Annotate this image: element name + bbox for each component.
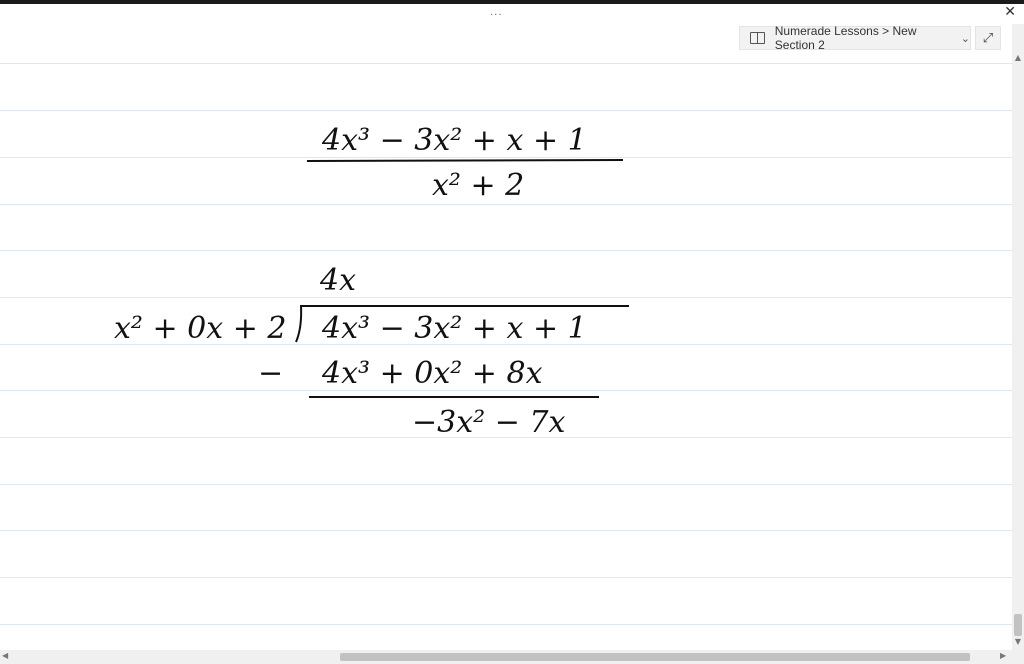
- fraction-denominator: x² + 2: [432, 168, 524, 203]
- chevron-down-icon[interactable]: ⌄: [961, 32, 970, 45]
- notebook-icon: [750, 32, 765, 44]
- horizontal-scrollbar[interactable]: ◀ ▶: [0, 650, 1024, 664]
- horizontal-scroll-thumb[interactable]: [340, 653, 970, 661]
- scroll-up-icon[interactable]: ▲: [1012, 52, 1024, 64]
- fraction-bar: [306, 159, 624, 162]
- division-remainder: −3x² − 7x: [412, 405, 565, 440]
- scroll-right-icon[interactable]: ▶: [1000, 651, 1006, 660]
- section-breadcrumb[interactable]: Numerade Lessons > New Section 2 ⌄: [739, 24, 971, 52]
- expand-icon: ⤢: [982, 30, 994, 46]
- scroll-down-icon[interactable]: ▼: [1012, 636, 1024, 648]
- division-minus-sign: −: [258, 356, 283, 391]
- vertical-scroll-thumb[interactable]: [1014, 614, 1022, 636]
- division-divisor: x² + 0x + 2: [114, 311, 286, 346]
- division-subtracted: 4x³ + 0x² + 8x: [321, 356, 543, 391]
- vertical-scrollbar[interactable]: ▲ ▼: [1012, 24, 1024, 650]
- breadcrumb-label: Numerade Lessons > New Section 2: [774, 24, 917, 52]
- handwriting-layer: 4x³ − 3x² + x + 1 x² + 2 4x x² + 0x + 2 …: [114, 123, 629, 440]
- division-quotient: 4x: [319, 263, 356, 298]
- expand-button[interactable]: ⤢: [975, 26, 1001, 50]
- division-dividend: 4x³ − 3x² + x + 1: [321, 311, 587, 346]
- scroll-left-icon[interactable]: ◀: [2, 651, 8, 660]
- fraction-numerator: 4x³ − 3x² + x + 1: [321, 123, 587, 158]
